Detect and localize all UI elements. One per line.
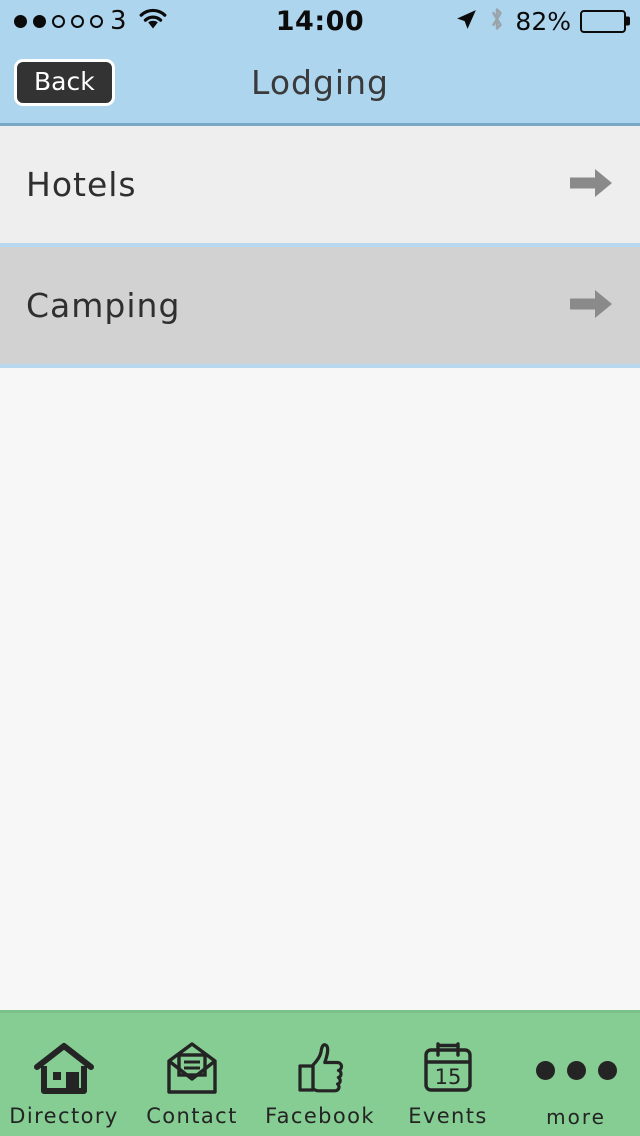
list-item-label: Hotels xyxy=(26,165,137,204)
back-button[interactable]: Back xyxy=(14,59,115,106)
tab-directory[interactable]: Directory xyxy=(0,1013,128,1136)
tab-more[interactable]: more xyxy=(512,1013,640,1136)
tab-contact[interactable]: Contact xyxy=(128,1013,256,1136)
tab-label: more xyxy=(546,1105,606,1129)
tab-label: Facebook xyxy=(265,1104,375,1128)
ellipsis-icon xyxy=(535,1033,617,1107)
calendar-icon: 15 xyxy=(417,1032,479,1106)
calendar-day-number: 15 xyxy=(435,1065,462,1089)
thumbs-up-icon xyxy=(289,1032,351,1106)
list-item-label: Camping xyxy=(26,286,181,325)
lodging-list: Hotels Camping xyxy=(0,126,640,368)
battery-icon xyxy=(580,9,626,33)
battery-percent-label: 82% xyxy=(515,6,571,36)
status-bar: 3 14:00 82% xyxy=(0,0,640,42)
arrow-right-icon xyxy=(568,287,614,325)
arrow-right-icon xyxy=(568,166,614,204)
location-arrow-icon xyxy=(454,7,479,36)
tab-events[interactable]: 15 Events xyxy=(384,1013,512,1136)
bluetooth-icon xyxy=(488,6,506,36)
list-item-camping[interactable]: Camping xyxy=(0,247,640,368)
status-bar-right: 82% xyxy=(454,6,626,36)
navigation-bar: Back Lodging xyxy=(0,42,640,126)
tab-label: Directory xyxy=(9,1104,119,1128)
envelope-icon xyxy=(161,1032,223,1106)
list-item-hotels[interactable]: Hotels xyxy=(0,126,640,247)
tab-label: Contact xyxy=(146,1104,238,1128)
tab-facebook[interactable]: Facebook xyxy=(256,1013,384,1136)
tab-label: Events xyxy=(408,1104,488,1128)
app-screen: 3 14:00 82% Back Lodging Hotels Camping … xyxy=(0,0,640,1136)
tab-bar: Directory Contact Facebook 15 Events mor… xyxy=(0,1010,640,1136)
content-area xyxy=(0,368,640,1010)
house-icon xyxy=(33,1032,95,1106)
